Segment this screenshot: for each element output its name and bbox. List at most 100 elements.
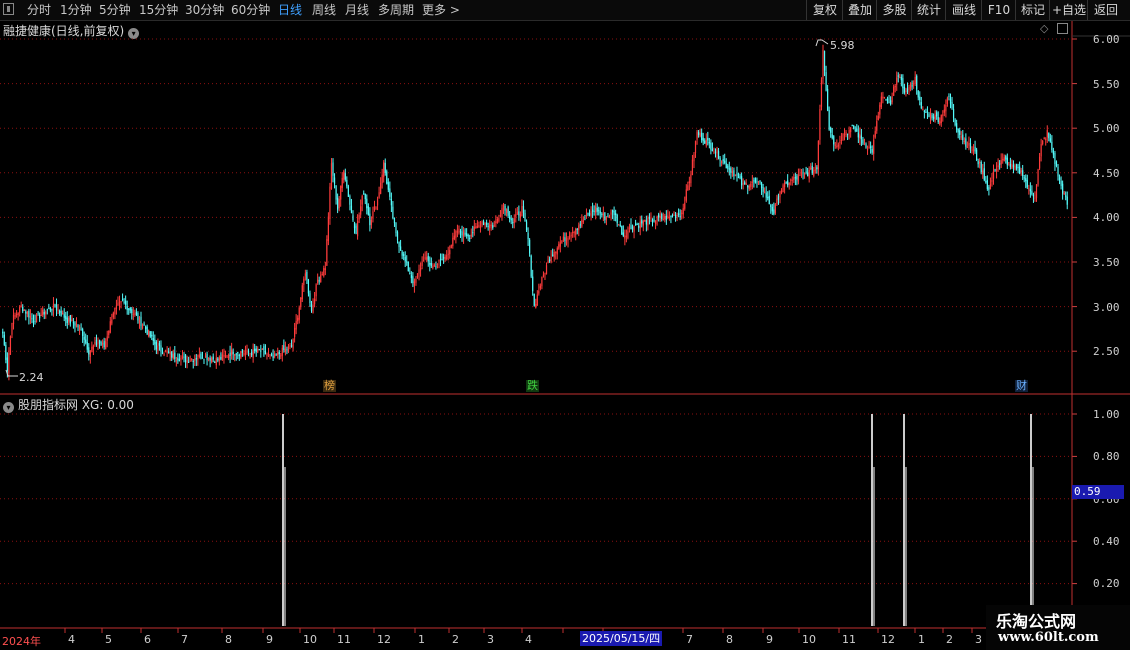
candle-body [487,225,489,227]
candle-body [748,185,750,189]
candle-body [364,193,366,200]
candle-body [702,137,704,142]
candle-body [1015,164,1018,169]
candle-body [121,298,124,301]
candle-body [679,215,681,217]
candle-body [512,222,514,224]
candle-body [353,222,356,229]
candle-body [825,72,827,91]
candle-body [920,102,922,109]
candle-body [750,183,752,187]
candle-body [780,190,783,194]
candle-body [452,237,454,247]
candle-body [198,354,200,358]
candle-body [330,163,333,189]
candle-body [501,207,503,218]
candle-body [160,345,162,352]
candle-body [98,340,101,344]
candle-body [639,221,641,229]
candle-body [2,331,4,334]
candle-body [939,121,941,125]
candle-body [313,298,316,305]
candle-body [510,218,512,221]
candle-body [464,232,466,235]
candle-body [1057,166,1059,177]
candle-body [888,101,890,103]
candle-body [919,96,921,101]
candle-body [473,226,475,231]
candle-body [716,149,718,154]
candle-body [204,355,207,358]
candle-body [737,176,740,179]
candle-body [590,211,592,217]
candle-body [35,314,38,322]
candle-body [78,327,81,330]
candle-body [810,167,812,170]
candle-body [152,337,154,341]
candle-body [421,261,423,267]
candle-body [616,214,618,224]
candle-body [690,174,692,184]
candle-body [60,310,62,316]
candle-body [670,216,672,218]
candle-body [192,360,194,362]
candle-body [733,170,735,177]
candle-body [814,169,816,171]
candle-body [946,97,949,104]
candle-body [800,173,803,175]
candle-body [295,321,297,330]
candle-body [367,206,369,215]
candle-body [1019,166,1021,174]
candle-body [744,182,746,185]
candle-body [1042,141,1044,145]
candle-body [384,163,386,173]
candle-body [372,211,374,219]
candle-body [541,276,543,287]
candle-body [109,321,111,333]
candle-body [635,223,637,226]
candle-body [189,360,191,362]
candle-body [8,353,10,374]
candle-body [811,165,813,174]
candle-body [221,354,224,361]
candle-body [681,212,683,214]
candle-body [303,278,305,285]
candle-body [132,313,134,315]
finance-marker[interactable]: 财 [1015,380,1028,392]
candle-body [436,263,439,265]
candle-body [817,140,819,170]
month-label: 9 [766,633,773,646]
candle-body [756,181,758,183]
candle-body [747,185,749,188]
candle-body [146,326,148,335]
candle-body [48,308,50,310]
candle-body [662,219,664,221]
candle-body [424,257,426,259]
candle-body [466,233,468,236]
candle-body [134,313,136,315]
candle-body [347,186,349,197]
candle-body [172,353,174,359]
candle-body [909,82,912,89]
candle-body [227,354,230,359]
candle-body [873,139,875,154]
candle-body [201,357,204,359]
candle-body [349,196,351,205]
month-label: 9 [266,633,273,646]
candle-body [264,350,267,355]
candle-body [882,96,884,99]
month-label: 3 [487,633,494,646]
candle-body [897,75,899,77]
candle-body [145,326,147,330]
candle-body [607,215,609,217]
ranking-marker[interactable]: 榜 [323,380,336,392]
drop-marker[interactable]: 跌 [526,380,539,392]
candle-body [441,259,443,261]
candle-body [685,189,687,201]
candle-body [701,132,703,141]
candle-body [123,301,125,303]
candle-body [298,307,300,320]
candle-body [592,209,594,212]
candle-body [860,135,863,140]
candle-body [894,86,896,88]
